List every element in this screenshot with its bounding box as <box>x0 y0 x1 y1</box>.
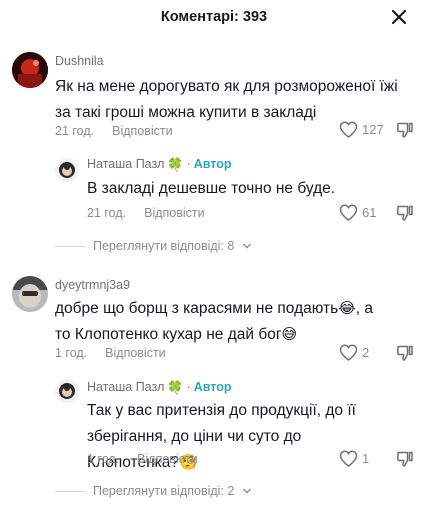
chevron-down-icon <box>243 243 252 249</box>
avatar[interactable] <box>55 158 79 182</box>
clover-badge-icon: 🍀 <box>167 379 184 395</box>
thumbs-down-icon <box>397 122 413 138</box>
reply-button[interactable]: Відповісти <box>137 452 198 466</box>
like-button[interactable]: 2 <box>339 344 369 361</box>
reply-time: 1 год. <box>87 452 120 466</box>
thumbs-down-icon <box>397 205 413 221</box>
reply-button[interactable]: Відповісти <box>105 346 166 360</box>
reply-author[interactable]: Наташа Пазл 🍀 · Автор <box>87 380 232 394</box>
like-count: 127 <box>362 122 384 137</box>
separator-dot: · <box>186 157 191 171</box>
view-replies-label: Переглянути відповіді: 2 <box>93 484 235 498</box>
like-count: 61 <box>362 205 377 220</box>
thumbs-down-icon <box>397 451 413 467</box>
like-count: 2 <box>362 345 370 360</box>
reply-button[interactable]: Відповісти <box>112 124 173 138</box>
dislike-button[interactable] <box>396 204 414 227</box>
close-icon <box>391 9 407 25</box>
reply-author[interactable]: Наташа Пазл 🍀 · Автор <box>87 157 232 171</box>
reply-time: 21 год. <box>87 206 127 220</box>
divider-line <box>55 245 85 247</box>
avatar-image <box>12 52 48 88</box>
reply-text: В закладі дешевше точно не буде. <box>87 180 336 197</box>
comment-author[interactable]: Dushnila <box>55 54 104 68</box>
sweat-smile-emoji: 😅 <box>281 326 298 343</box>
divider-line <box>55 490 85 492</box>
chevron-down-icon <box>243 488 252 494</box>
comment-author[interactable]: dyeytrmnj3a9 <box>55 278 130 292</box>
reply-button[interactable]: Відповісти <box>144 206 205 220</box>
comment-meta: 21 год. Відповісти <box>55 124 173 138</box>
avatar[interactable] <box>12 276 48 312</box>
comment-time: 21 год. <box>55 124 95 138</box>
dislike-button[interactable] <box>396 344 414 367</box>
avatar[interactable] <box>12 52 48 88</box>
dislike-button[interactable] <box>396 121 414 144</box>
like-button[interactable]: 1 <box>339 450 369 467</box>
close-button[interactable] <box>386 4 412 30</box>
heart-outline-icon <box>339 450 358 467</box>
clover-badge-icon: 🍀 <box>167 156 184 172</box>
reply-meta: 1 год. Відповісти <box>87 452 198 466</box>
author-badge: Автор <box>193 157 232 171</box>
dislike-button[interactable] <box>396 450 414 473</box>
comment-time: 1 год. <box>55 346 88 360</box>
view-replies-label: Переглянути відповіді: 8 <box>93 239 235 253</box>
avatar-image <box>55 158 79 182</box>
comment-meta: 1 год. Відповісти <box>55 346 166 360</box>
like-button[interactable]: 127 <box>339 121 384 138</box>
like-button[interactable]: 61 <box>339 204 376 221</box>
thumbs-down-icon <box>397 345 413 361</box>
separator-dot: · <box>186 380 191 394</box>
view-replies-button[interactable]: Переглянути відповіді: 8 <box>55 239 252 253</box>
laughing-emoji: 😂 <box>338 300 356 317</box>
comment-text: Як на мене дорогувато як для розморожено… <box>55 78 398 121</box>
comments-count-title: Коментарі: 393 <box>160 9 268 25</box>
comments-header: Коментарі: 393 <box>0 0 428 34</box>
comment-text: добре що борщ з карасями не подають😂, а … <box>55 300 373 343</box>
reply-meta: 21 год. Відповісти <box>87 206 205 220</box>
heart-outline-icon <box>339 344 358 361</box>
avatar[interactable] <box>55 379 79 403</box>
view-replies-button[interactable]: Переглянути відповіді: 2 <box>55 484 252 498</box>
heart-outline-icon <box>339 121 358 138</box>
avatar-image <box>55 379 79 403</box>
author-badge: Автор <box>193 380 232 394</box>
like-count: 1 <box>362 451 370 466</box>
avatar-image <box>12 276 48 312</box>
heart-outline-icon <box>339 204 358 221</box>
